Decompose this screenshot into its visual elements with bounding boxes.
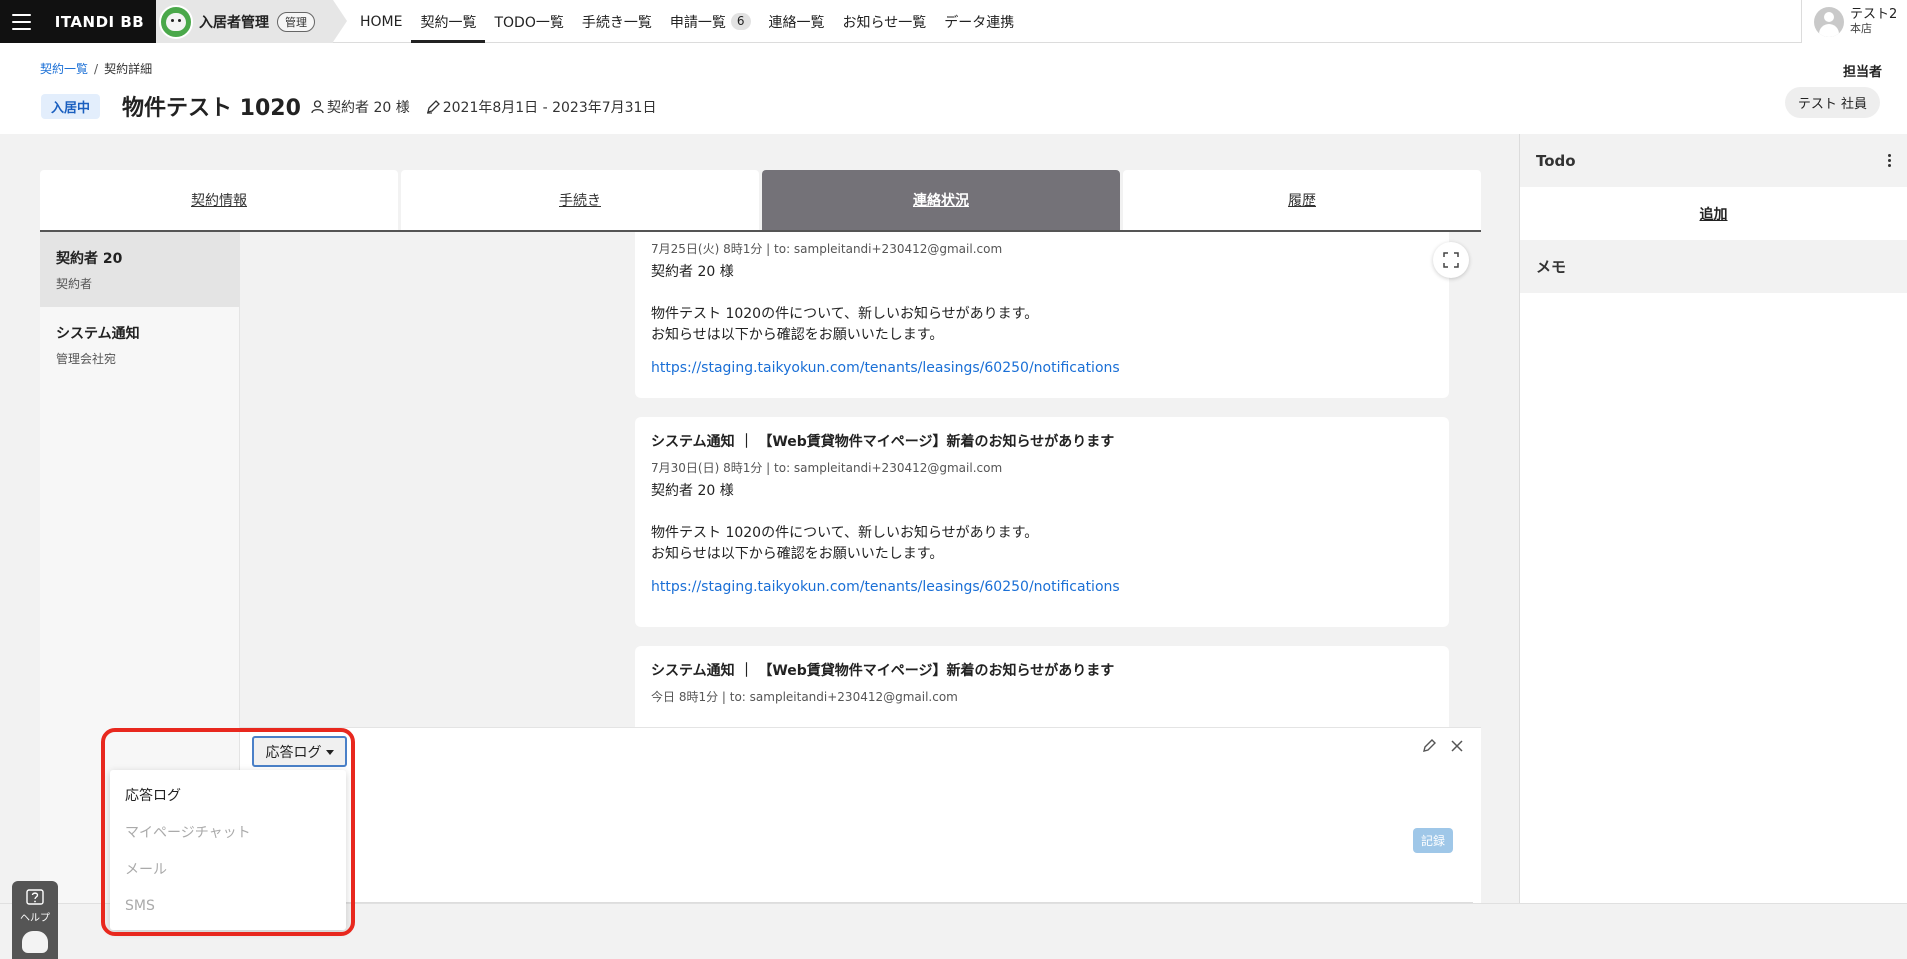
nav-item-label: TODO一覧 [494, 14, 564, 31]
message-card: システム通知 ｜ 【Web賃貸物件マイページ】新着のお知らせがあります 今日 8… [635, 646, 1449, 727]
person-icon [311, 100, 324, 114]
message-card: システム通知 ｜ 【Web賃貸物件マイページ】新着のお知らせがあります 7月30… [635, 417, 1449, 627]
nav-item-applications[interactable]: 申請一覧 6 [661, 0, 760, 43]
tab-bar: 契約情報 手続き 連絡状況 履歴 [40, 170, 1481, 232]
message-meta: 7月30日(日) 8時1分 | to: sampleitandi+230412@… [651, 461, 1003, 475]
contact-name: 契約者 20 [56, 251, 123, 267]
message-body: 契約者 20 様 物件テスト 1020の件について、新しいお知らせがあります。 … [651, 483, 1039, 562]
record-button[interactable]: 記録 [1412, 828, 1453, 853]
contact-name: システム通知 [56, 326, 140, 342]
nav-item-data-sync[interactable]: データ連携 [935, 0, 1023, 43]
product-badge: 管理 [277, 11, 315, 32]
nav-item-label: データ連携 [944, 14, 1015, 31]
assignee-chip[interactable]: テスト 社員 [1784, 87, 1880, 118]
tab-history[interactable]: 履歴 [1123, 170, 1481, 230]
nav-item-label: HOME [360, 13, 403, 30]
memo-header: メモ [1520, 240, 1907, 293]
tenant-name: 契約者 20 様 [327, 100, 410, 116]
product-name: 入居者管理 [199, 14, 269, 31]
nav-item-label: 連絡一覧 [768, 14, 825, 31]
contract-meta: 契約者 20 様 2021年8月1日 - 2023年7月31日 [311, 97, 656, 117]
tab-procedures[interactable]: 手続き [401, 170, 759, 230]
status-badge: 入居中 [41, 94, 101, 119]
close-icon[interactable] [1451, 739, 1463, 752]
nav-item-label: 申請一覧 [669, 14, 726, 31]
tab-contract-info[interactable]: 契約情報 [40, 170, 398, 230]
message-card: 7月25日(火) 8時1分 | to: sampleitandi+230412@… [635, 232, 1449, 398]
top-navigation: ITANDI BB 入居者管理 管理 HOME 契約一覧 TODO一覧 手続き一… [0, 0, 1907, 43]
expand-icon [1443, 252, 1459, 268]
product-mascot-icon [159, 4, 193, 39]
nav-item-contacts[interactable]: 連絡一覧 [760, 0, 834, 43]
message-link[interactable]: https://staging.taikyokun.com/tenants/le… [651, 579, 1433, 595]
todo-add-button[interactable]: 追加 [1520, 187, 1907, 240]
breadcrumb-parent-link[interactable]: 契約一覧 [40, 62, 88, 76]
nav-item-todo[interactable]: TODO一覧 [485, 0, 572, 43]
message-subject: システム通知 ｜ 【Web賃貸物件マイページ】新着のお知らせがあります [651, 663, 1115, 679]
pen-icon [426, 100, 440, 114]
main-nav: HOME 契約一覧 TODO一覧 手続き一覧 申請一覧 6 連絡一覧 お知らせ一覧… [351, 0, 1023, 43]
nav-item-procedures[interactable]: 手続き一覧 [573, 0, 661, 43]
right-sidebar: Todo 追加 メモ [1519, 134, 1907, 903]
help-button[interactable]: ヘルプ [12, 881, 58, 959]
todo-header: Todo [1520, 134, 1907, 187]
contract-header: 契約一覧 / 契約詳細 入居中 物件テスト 1020 契約者 20 様 2021年8… [0, 43, 1907, 134]
contact-item-tenant[interactable]: 契約者 20 契約者 [40, 232, 239, 307]
contact-role: 管理会社宛 [56, 352, 117, 366]
more-options-icon[interactable] [1888, 154, 1891, 167]
todo-title: Todo [1536, 151, 1576, 170]
breadcrumb-current: 契約詳細 [104, 62, 153, 76]
contact-role: 契約者 [56, 277, 93, 291]
message-subject: システム通知 ｜ 【Web賃貸物件マイページ】新着のお知らせがあります [651, 434, 1115, 450]
count-badge: 6 [730, 13, 751, 30]
composer-tools [1422, 738, 1463, 753]
nav-item-home[interactable]: HOME [351, 0, 411, 43]
message-thread[interactable]: 7月25日(火) 8時1分 | to: sampleitandi+230412@… [240, 232, 1481, 727]
nav-item-notices[interactable]: お知らせ一覧 [834, 0, 936, 43]
page-title: 物件テスト 1020 [122, 96, 301, 121]
message-meta: 7月25日(火) 8時1分 | to: sampleitandi+230412@… [651, 242, 1003, 256]
user-menu[interactable]: テスト2 本店 [1801, 0, 1907, 43]
nav-item-label: お知らせ一覧 [842, 14, 927, 31]
tab-contact-status[interactable]: 連絡状況 [762, 170, 1120, 230]
contact-item-system[interactable]: システム通知 管理会社宛 [40, 307, 239, 382]
menu-icon[interactable] [0, 0, 43, 43]
brand-logo[interactable]: ITANDI BB [43, 0, 156, 43]
edit-icon[interactable] [1422, 738, 1437, 753]
avatar-icon [1814, 6, 1844, 37]
product-switcher[interactable]: 入居者管理 管理 [156, 0, 347, 43]
nav-item-contracts[interactable]: 契約一覧 [411, 0, 486, 43]
user-name: テスト2 [1850, 6, 1898, 22]
user-store: 本店 [1850, 21, 1872, 35]
highlight-frame [101, 728, 355, 936]
message-meta: 今日 8時1分 | to: sampleitandi+230412@gmail.… [651, 690, 958, 704]
message-link[interactable]: https://staging.taikyokun.com/tenants/le… [651, 360, 1433, 376]
contract-period: 2021年8月1日 - 2023年7月31日 [442, 100, 657, 116]
assignee-label: 担当者 [1842, 65, 1882, 80]
breadcrumb: 契約一覧 / 契約詳細 [40, 62, 153, 76]
expand-button[interactable] [1433, 242, 1469, 278]
composer: 記録 [240, 727, 1481, 903]
message-body: 契約者 20 様 物件テスト 1020の件について、新しいお知らせがあります。 … [651, 264, 1039, 343]
nav-item-label: 契約一覧 [420, 14, 477, 31]
help-icon [26, 889, 44, 905]
mascot-icon [22, 931, 48, 953]
nav-item-label: 手続き一覧 [581, 14, 652, 31]
help-label: ヘルプ [20, 913, 50, 924]
